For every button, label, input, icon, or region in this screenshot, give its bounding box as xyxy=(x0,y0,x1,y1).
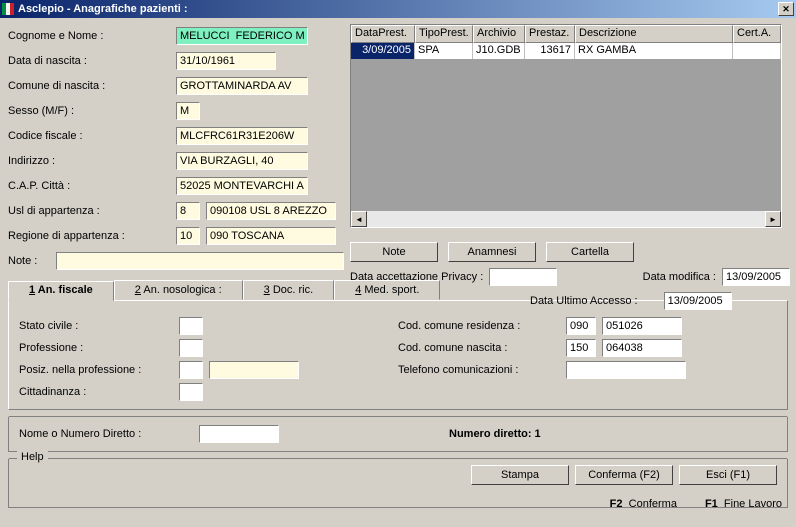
help-legend: Help xyxy=(17,451,48,463)
cittadinanza-label: Cittadinanza : xyxy=(19,386,179,398)
indirizzo-label: Indirizzo : xyxy=(8,155,176,167)
cartella-button[interactable]: Cartella xyxy=(546,242,634,262)
prestazioni-grid[interactable]: DataPrest. TipoPrest. Archivio Prestaz. … xyxy=(350,24,782,228)
stampa-button[interactable]: Stampa xyxy=(471,465,569,485)
tab-doc-ric[interactable]: 3 Doc. ric. xyxy=(243,280,335,300)
cap-label: C.A.P. Città : xyxy=(8,180,176,192)
horizontal-scrollbar[interactable]: ◄ ► xyxy=(351,211,781,227)
cell-tipoprest: SPA xyxy=(415,43,473,59)
cod-nascita-code-input[interactable] xyxy=(566,339,596,357)
cognome-label: Cognome e Nome : xyxy=(8,30,176,42)
usl-code-input[interactable] xyxy=(176,202,200,220)
professione-label: Professione : xyxy=(19,342,179,354)
grid-header: DataPrest. TipoPrest. Archivio Prestaz. … xyxy=(351,25,781,43)
table-row[interactable]: 3/09/2005 SPA J10.GDB 13617 RX GAMBA xyxy=(351,43,781,59)
numero-diretto-group: Nome o Numero Diretto : Numero diretto: … xyxy=(8,416,788,452)
usl-label: Usl di appartenza : xyxy=(8,205,176,217)
regione-desc-input[interactable] xyxy=(206,227,336,245)
cittadinanza-input[interactable] xyxy=(179,383,203,401)
cf-input[interactable] xyxy=(176,127,308,145)
cod-residenza-val-input[interactable] xyxy=(602,317,682,335)
dob-input[interactable] xyxy=(176,52,276,70)
app-icon xyxy=(2,3,14,15)
col-certa[interactable]: Cert.A. xyxy=(733,25,781,43)
tab-panel-fiscale: Stato civile : Professione : Posiz. nell… xyxy=(8,300,788,410)
col-prestaz[interactable]: Prestaz. xyxy=(525,25,575,43)
sesso-input[interactable] xyxy=(176,102,200,120)
cell-dataprest: 3/09/2005 xyxy=(351,43,415,59)
sesso-label: Sesso (M/F) : xyxy=(8,105,176,117)
cell-prestaz: 13617 xyxy=(525,43,575,59)
tab-an-fiscale[interactable]: 1 An. fiscale xyxy=(8,281,114,301)
comune-label: Comune di nascita : xyxy=(8,80,176,92)
regione-label: Regione di appartenza : xyxy=(8,230,176,242)
col-tipoprest[interactable]: TipoPrest. xyxy=(415,25,473,43)
telefono-label: Telefono comunicazioni : xyxy=(398,364,566,376)
stato-civile-input[interactable] xyxy=(179,317,203,335)
telefono-input[interactable] xyxy=(566,361,686,379)
comune-input[interactable] xyxy=(176,77,308,95)
cod-residenza-code-input[interactable] xyxy=(566,317,596,335)
tab-med-sport[interactable]: 4 Med. sport. xyxy=(334,280,440,300)
cognome-input[interactable] xyxy=(176,27,308,45)
scroll-track[interactable] xyxy=(367,211,765,227)
tab-an-nosologica[interactable]: 2 An. nosologica : xyxy=(114,280,243,300)
cell-certa xyxy=(733,43,781,59)
cap-input[interactable] xyxy=(176,177,308,195)
tabs: 1 An. fiscale 2 An. nosologica : 3 Doc. … xyxy=(8,280,788,300)
col-archivio[interactable]: Archivio xyxy=(473,25,525,43)
close-button[interactable]: ✕ xyxy=(778,2,794,16)
anamnesi-button[interactable]: Anamnesi xyxy=(448,242,536,262)
cell-descrizione: RX GAMBA xyxy=(575,43,733,59)
dob-label: Data di nascita : xyxy=(8,55,176,67)
scroll-right-icon[interactable]: ► xyxy=(765,211,781,227)
window-title: Asclepio - Anagrafiche pazienti : xyxy=(18,3,188,15)
posiz-prof-code-input[interactable] xyxy=(179,361,203,379)
usl-desc-input[interactable] xyxy=(206,202,336,220)
stato-civile-label: Stato civile : xyxy=(19,320,179,332)
numero-diretto-input[interactable] xyxy=(199,425,279,443)
posiz-prof-desc-input[interactable] xyxy=(209,361,299,379)
conferma-button[interactable]: Conferma (F2) xyxy=(575,465,673,485)
note-input[interactable] xyxy=(56,252,344,270)
titlebar: Asclepio - Anagrafiche pazienti : ✕ xyxy=(0,0,796,18)
col-descrizione[interactable]: Descrizione xyxy=(575,25,733,43)
cod-nascita-val-input[interactable] xyxy=(602,339,682,357)
cod-residenza-label: Cod. comune residenza : xyxy=(398,320,566,332)
indirizzo-input[interactable] xyxy=(176,152,308,170)
numero-diretto-result: Numero diretto: 1 xyxy=(449,428,541,440)
posiz-prof-label: Posiz. nella professione : xyxy=(19,364,179,376)
status-bar: F2 Conferma F1 Fine Lavoro xyxy=(610,498,782,510)
cf-label: Codice fiscale : xyxy=(8,130,176,142)
cell-archivio: J10.GDB xyxy=(473,43,525,59)
numero-diretto-label: Nome o Numero Diretto : xyxy=(19,428,199,440)
note-label: Note : xyxy=(8,255,56,267)
cod-nascita-label: Cod. comune nascita : xyxy=(398,342,566,354)
esci-button[interactable]: Esci (F1) xyxy=(679,465,777,485)
note-button[interactable]: Note xyxy=(350,242,438,262)
professione-input[interactable] xyxy=(179,339,203,357)
regione-code-input[interactable] xyxy=(176,227,200,245)
col-dataprest[interactable]: DataPrest. xyxy=(351,25,415,43)
scroll-left-icon[interactable]: ◄ xyxy=(351,211,367,227)
